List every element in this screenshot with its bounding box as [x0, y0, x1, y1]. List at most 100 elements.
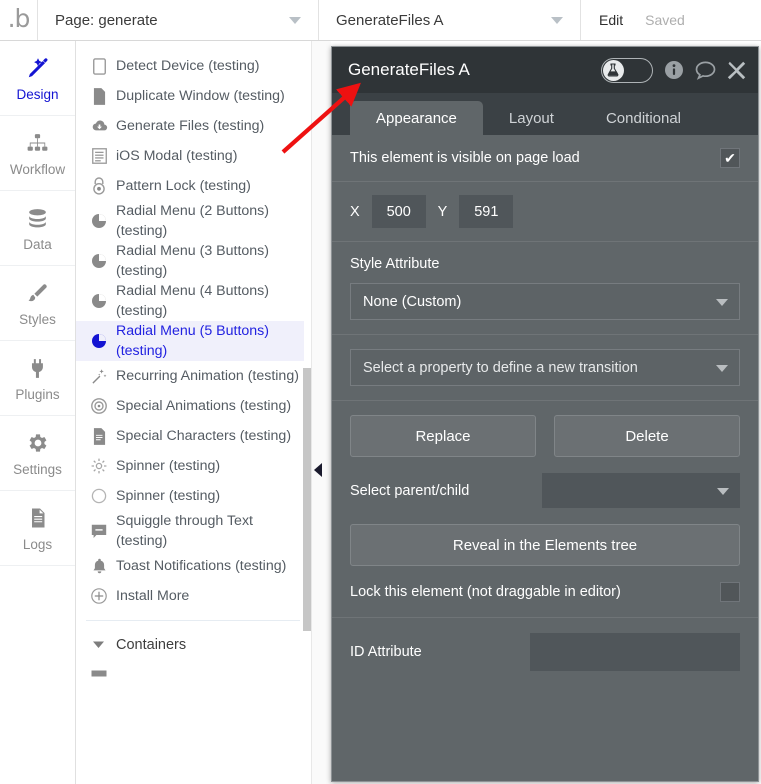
list-item[interactable]: Special Characters (testing) — [76, 421, 310, 451]
tab-conditional[interactable]: Conditional — [580, 101, 707, 135]
collapse-panel-arrow[interactable] — [314, 463, 322, 477]
list-item[interactable]: iOS Modal (testing) — [76, 141, 310, 171]
list-item-label: Generate Files (testing) — [116, 118, 265, 134]
list-item-label: iOS Modal (testing) — [116, 148, 238, 164]
list-item-label: Squiggle through Text (testing) — [116, 513, 253, 549]
styles-icon — [25, 279, 50, 307]
list-item[interactable]: Toast Notifications (testing) — [76, 551, 310, 581]
replace-delete-row: Replace Delete — [332, 401, 758, 457]
id-attribute-input[interactable] — [530, 633, 740, 671]
transition-dropdown[interactable]: Select a property to define a new transi… — [350, 349, 740, 386]
tab-appearance-label: Appearance — [376, 109, 457, 127]
list-group-label: Containers — [116, 637, 187, 653]
info-icon[interactable] — [664, 60, 684, 80]
plus-circle-icon — [86, 588, 112, 604]
sidebar-item-styles[interactable]: Styles — [0, 266, 75, 341]
device-icon — [86, 57, 112, 75]
list-item[interactable]: Duplicate Window (testing) — [76, 81, 310, 111]
list-item[interactable]: Spinner (testing) — [76, 481, 310, 511]
list-item[interactable]: Detect Device (testing) — [76, 51, 310, 81]
list-item-label: Radial Menu (5 Buttons) (testing) — [116, 323, 269, 359]
bubble-logo[interactable]: .b — [0, 0, 38, 40]
radial-menu-icon — [86, 253, 112, 269]
document-icon — [86, 427, 112, 445]
delete-button[interactable]: Delete — [554, 415, 740, 457]
reveal-in-elements-tree-button[interactable]: Reveal in the Elements tree — [350, 524, 740, 566]
list-item-label: Radial Menu (3 Buttons) (testing) — [116, 243, 269, 279]
sidebar-item-data[interactable]: Data — [0, 191, 75, 266]
list-item-label: Radial Menu (4 Buttons) (testing) — [116, 283, 269, 319]
property-editor-header-actions — [601, 57, 746, 83]
list-item[interactable]: Pattern Lock (testing) — [76, 171, 310, 201]
list-item[interactable]: Recurring Animation (testing) — [76, 361, 310, 391]
close-icon[interactable] — [727, 61, 746, 80]
list-item[interactable]: Special Animations (testing) — [76, 391, 310, 421]
lock-element-label: Lock this element (not draggable in edit… — [350, 584, 621, 600]
style-attribute-value: None (Custom) — [363, 293, 462, 310]
parent-child-dropdown[interactable] — [542, 473, 740, 508]
sidebar-item-design[interactable]: Design — [0, 41, 75, 116]
x-label: X — [350, 203, 360, 220]
radial-menu-icon — [86, 293, 112, 309]
radial-menu-icon — [86, 333, 112, 349]
bubble-editor-window: .b Page: generate GenerateFiles A Edit S… — [0, 0, 761, 784]
element-selector-label: GenerateFiles A — [336, 11, 444, 29]
element-list-scrollbar-thumb[interactable] — [303, 368, 311, 631]
flask-icon — [603, 59, 624, 81]
sidebar-item-workflow[interactable]: Workflow — [0, 116, 75, 191]
spinner-sun-icon — [86, 458, 112, 474]
flask-toggle[interactable] — [601, 57, 653, 83]
list-item-label: Toast Notifications (testing) — [116, 558, 287, 574]
chevron-down-icon — [551, 17, 563, 24]
design-icon — [25, 54, 51, 82]
sidebar-item-plugins[interactable]: Plugins — [0, 341, 75, 416]
comment-icon[interactable] — [695, 61, 716, 80]
y-input[interactable] — [459, 195, 514, 228]
bell-icon — [86, 558, 112, 575]
sidebar-item-settings[interactable]: Settings — [0, 416, 75, 491]
cloud-download-icon — [86, 119, 112, 133]
edit-status-group: Edit Saved — [581, 0, 685, 40]
list-item[interactable]: Spinner (testing) — [76, 451, 310, 481]
tab-appearance[interactable]: Appearance — [350, 101, 483, 135]
list-item[interactable]: Generate Files (testing) — [76, 111, 310, 141]
element-palette-list: Detect Device (testing) Duplicate Window… — [76, 41, 310, 784]
list-group-containers[interactable]: Containers — [76, 630, 310, 660]
list-item-label: Special Characters (testing) — [116, 428, 292, 444]
visible-on-load-checkbox[interactable]: ✔ — [720, 148, 740, 168]
panel-gutter — [311, 41, 331, 784]
page-selector-label: Page: generate — [55, 11, 158, 29]
tab-layout[interactable]: Layout — [483, 101, 580, 135]
list-item-selected[interactable]: Radial Menu (5 Buttons) (testing) — [76, 321, 310, 361]
property-editor-tabs: Appearance Layout Conditional — [332, 93, 758, 135]
transition-section: Select a property to define a new transi… — [332, 335, 758, 401]
edit-mode-button[interactable]: Edit — [599, 12, 623, 28]
list-item[interactable]: Radial Menu (3 Buttons) (testing) — [76, 241, 310, 281]
position-row: X Y — [332, 182, 758, 242]
style-attribute-dropdown[interactable]: None (Custom) — [350, 283, 740, 320]
visible-on-load-label: This element is visible on page load — [350, 150, 580, 166]
replace-button[interactable]: Replace — [350, 415, 536, 457]
list-item-install-more[interactable]: Install More — [76, 581, 310, 611]
primary-nav-rail: Design Workflow Data Styles Plugins Sett… — [0, 41, 76, 784]
list-item[interactable]: Radial Menu (2 Buttons) (testing) — [76, 201, 310, 241]
container-icon — [86, 670, 112, 680]
plugins-icon — [25, 354, 50, 382]
list-item[interactable]: Radial Menu (4 Buttons) (testing) — [76, 281, 310, 321]
page-selector[interactable]: Page: generate — [38, 0, 319, 40]
list-item[interactable]: Squiggle through Text (testing) — [76, 511, 310, 551]
style-attribute-label: Style Attribute — [350, 256, 440, 272]
list-item-label: Spinner (testing) — [116, 488, 221, 504]
chevron-down-icon — [289, 17, 301, 24]
element-selector[interactable]: GenerateFiles A — [319, 0, 581, 40]
list-item-label: Recurring Animation (testing) — [116, 368, 299, 384]
parent-child-row: Select parent/child — [332, 457, 758, 508]
list-item[interactable] — [76, 660, 310, 690]
chevron-down-icon — [716, 298, 728, 306]
visible-on-load-row: This element is visible on page load ✔ — [332, 135, 758, 182]
sidebar-item-logs[interactable]: Logs — [0, 491, 75, 566]
x-input[interactable] — [371, 195, 426, 228]
lock-element-checkbox[interactable] — [720, 582, 740, 602]
sidebar-item-design-label: Design — [16, 87, 59, 102]
property-editor-title: GenerateFiles A — [348, 60, 470, 79]
